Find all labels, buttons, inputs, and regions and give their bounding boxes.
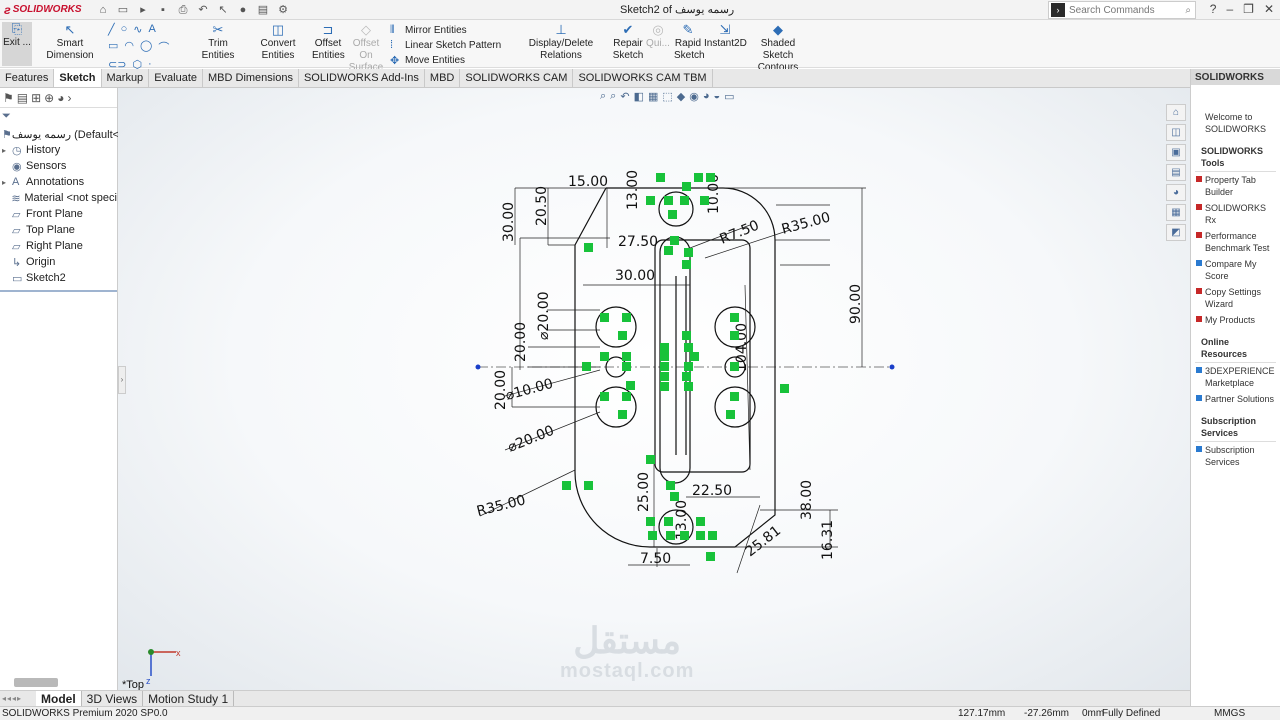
tool-property-tab-builder[interactable]: Property Tab Builder <box>1191 172 1280 200</box>
svg-text:z: z <box>146 676 151 686</box>
dim-90[interactable]: 90.00 <box>848 284 864 324</box>
tool-label: Performance Benchmark Test <box>1205 231 1270 253</box>
tools-section-title: SOLIDWORKS Tools <box>1195 137 1276 172</box>
dim-25-81[interactable]: 25.81 <box>743 523 784 560</box>
online-icon <box>1196 395 1202 401</box>
home-icon[interactable]: ⌂ <box>1166 104 1186 121</box>
tool-label: My Products <box>1205 315 1256 325</box>
dim-38[interactable]: 38.00 <box>799 480 815 520</box>
task-pane-title: SOLIDWORKS <box>1195 72 1264 83</box>
online-label: 3DEXPERIENCE Marketplace <box>1205 366 1275 388</box>
tab-3d-views[interactable]: 3D Views <box>82 691 144 706</box>
dim-20-50[interactable]: 20.50 <box>534 186 550 226</box>
online-icon <box>1196 367 1202 373</box>
dim-r35-bottom[interactable]: R35.00 <box>475 492 527 520</box>
file-explorer-icon[interactable]: ▤ <box>1166 164 1186 181</box>
watermark-latin: mostaql.com <box>560 660 695 682</box>
bottom-tabs: ◂◂◂▸ Model 3D Views Motion Study 1 <box>0 690 1190 706</box>
status-edition: SOLIDWORKS Premium 2020 SP0.0 <box>2 708 168 719</box>
dim-20-low[interactable]: 20.00 <box>493 370 509 410</box>
tab-model[interactable]: Model <box>36 691 82 706</box>
centerline-endpoint <box>889 364 895 370</box>
online-3dexperience[interactable]: 3DEXPERIENCE Marketplace <box>1191 363 1280 391</box>
task-pane: SOLIDWORKS Welcome to SOLIDWORKS SOLIDWO… <box>1190 69 1280 706</box>
tool-icon <box>1196 316 1202 322</box>
tool-label: SOLIDWORKS Rx <box>1205 203 1267 225</box>
dim-30-inner[interactable]: 30.00 <box>615 268 655 284</box>
dim-dia20-a[interactable]: ⌀20.00 <box>536 291 552 340</box>
custom-properties-icon[interactable]: ▦ <box>1166 204 1186 221</box>
dim-dia10[interactable]: ⌀10.00 <box>504 376 555 404</box>
subscription-icon <box>1196 446 1202 452</box>
task-pane-tabs: ⌂ ◫ ▣ ▤ ◕ ▦ ◩ <box>1166 104 1188 241</box>
tool-solidworks-rx[interactable]: SOLIDWORKS Rx <box>1191 200 1280 228</box>
resources-icon[interactable]: ◫ <box>1166 124 1186 141</box>
tool-compare-score[interactable]: Compare My Score <box>1191 256 1280 284</box>
tool-label: Property Tab Builder <box>1205 175 1256 197</box>
design-library-icon[interactable]: ▣ <box>1166 144 1186 161</box>
tool-copy-settings[interactable]: Copy Settings Wizard <box>1191 284 1280 312</box>
status-units[interactable]: MMGS <box>1214 708 1245 719</box>
dim-r35-top[interactable]: R35.00 <box>780 210 832 238</box>
status-x: 127.17mm <box>958 708 1006 719</box>
tab-motion-study[interactable]: Motion Study 1 <box>143 691 235 706</box>
dim-7-50[interactable]: 7.50 <box>640 551 671 567</box>
dim-r7-50[interactable]: R7.50 <box>718 218 762 248</box>
dim-15[interactable]: 15.00 <box>568 174 608 190</box>
online-label: Partner Solutions <box>1205 394 1275 404</box>
tool-icon <box>1196 260 1202 266</box>
tool-icon <box>1196 204 1202 210</box>
status-z: 0mm <box>1082 708 1105 719</box>
dim-30-top[interactable]: 30.00 <box>501 202 517 242</box>
dim-22-50[interactable]: 22.50 <box>692 483 732 499</box>
tool-icon <box>1196 176 1202 182</box>
dim-13[interactable]: 13.00 <box>625 170 641 210</box>
task-pane-header: SOLIDWORKS <box>1191 69 1280 85</box>
sketch-drawing: 15.00 20.50 30.00 13.00 10.00 27.50 R7.5… <box>146 170 895 686</box>
orientation-triad: x z <box>146 648 181 686</box>
status-sketch-state: Fully Defined <box>1102 708 1161 719</box>
subscription-section-title: Subscription Services <box>1195 407 1276 442</box>
dim-dia20-b[interactable]: ⌀20.00 <box>506 423 557 456</box>
welcome-link[interactable]: Welcome to SOLIDWORKS <box>1191 109 1280 137</box>
watermark-arabic: مستقل <box>573 620 682 661</box>
tool-my-products[interactable]: My Products <box>1191 312 1280 328</box>
forum-icon[interactable]: ◩ <box>1166 224 1186 241</box>
subscription-services-link[interactable]: Subscription Services <box>1191 442 1280 470</box>
horizontal-scrollbar[interactable] <box>14 678 58 687</box>
dim-20-mid[interactable]: 20.00 <box>513 322 529 362</box>
dim-16-31[interactable]: 16.31 <box>820 520 836 560</box>
watermark-logo: مستقل mostaql.com <box>560 623 695 686</box>
dim-25[interactable]: 25.00 <box>636 472 652 512</box>
svg-text:x: x <box>176 648 181 658</box>
online-partner-solutions[interactable]: Partner Solutions <box>1191 391 1280 407</box>
tool-label: Copy Settings Wizard <box>1205 287 1262 309</box>
status-bar: SOLIDWORKS Premium 2020 SP0.0 127.17mm -… <box>0 706 1280 720</box>
appearances-icon[interactable]: ◕ <box>1166 184 1186 201</box>
tool-icon <box>1196 232 1202 238</box>
dim-27-50[interactable]: 27.50 <box>618 234 658 250</box>
tool-icon <box>1196 288 1202 294</box>
tool-benchmark[interactable]: Performance Benchmark Test <box>1191 228 1280 256</box>
online-section-title: Online Resources <box>1195 328 1276 363</box>
status-y: -27.26mm <box>1024 708 1070 719</box>
tab-scroll-arrows[interactable]: ◂◂◂▸ <box>0 691 36 706</box>
tool-label: Compare My Score <box>1205 259 1257 281</box>
centerline-endpoint <box>475 364 481 370</box>
subscription-label: Subscription Services <box>1205 445 1255 467</box>
